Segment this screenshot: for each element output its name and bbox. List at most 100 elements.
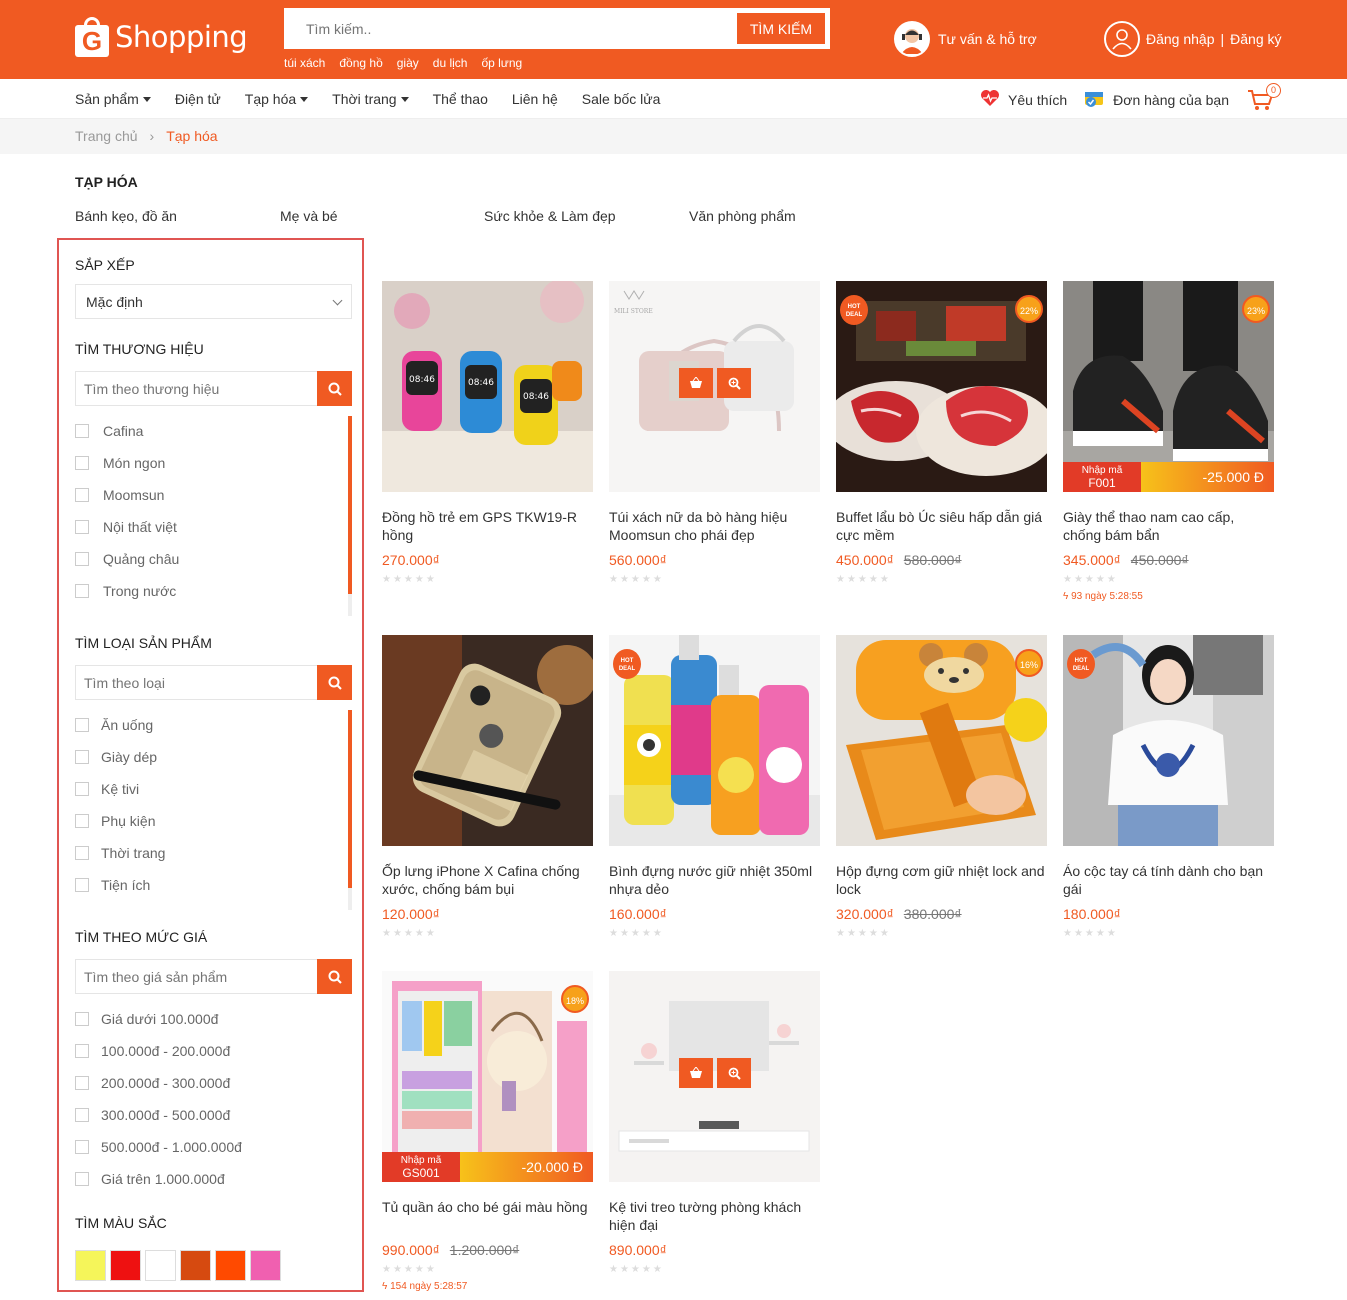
nav-item[interactable]: Sale bốc lửa bbox=[582, 91, 661, 107]
product-name[interactable]: Hộp đựng cơm giữ nhiệt lock and lock bbox=[836, 862, 1048, 898]
hot-keyword-link[interactable]: giày bbox=[397, 56, 419, 70]
checkbox[interactable] bbox=[75, 846, 89, 860]
type-scrollbar[interactable] bbox=[348, 710, 352, 910]
product-card[interactable]: HOT DEAL Áo cộc tay cá tính dành cho bạn … bbox=[1063, 635, 1275, 939]
brand-search-button[interactable] bbox=[317, 371, 352, 406]
brand-filter-option[interactable]: Nội thất việt bbox=[75, 511, 350, 543]
checkbox[interactable] bbox=[75, 1140, 89, 1154]
checkbox[interactable] bbox=[75, 718, 89, 732]
checkbox[interactable] bbox=[75, 1076, 89, 1090]
product-name[interactable]: Túi xách nữ da bò hàng hiệu Moomsun cho … bbox=[609, 508, 821, 544]
price-search-input[interactable] bbox=[76, 960, 317, 993]
search-button[interactable]: TÌM KIẾM bbox=[736, 12, 826, 45]
product-name[interactable]: Bình đựng nước giữ nhiệt 350ml nhựa dẻo bbox=[609, 862, 821, 898]
subcategory-link[interactable]: Mẹ và bé bbox=[280, 208, 338, 224]
breadcrumb-home[interactable]: Trang chủ bbox=[75, 128, 138, 144]
brand-filter-option[interactable]: Moomsun bbox=[75, 479, 350, 511]
price-filter-option[interactable]: 200.000đ - 300.000đ bbox=[75, 1067, 350, 1099]
product-card[interactable]: HOT DEAL Bình đựng nước giữ nhiệt 350ml n… bbox=[609, 635, 821, 939]
nav-item[interactable]: Điện tử bbox=[175, 91, 221, 107]
search-input[interactable] bbox=[286, 10, 734, 47]
register-link[interactable]: Đăng ký bbox=[1230, 31, 1281, 47]
checkbox[interactable] bbox=[75, 1172, 89, 1186]
product-image[interactable]: 18% Nhập mã GS001 -20.000 Đ bbox=[382, 971, 593, 1182]
checkbox[interactable] bbox=[75, 814, 89, 828]
type-filter-option[interactable]: Giày dép bbox=[75, 741, 350, 773]
price-search-button[interactable] bbox=[317, 959, 352, 994]
support-link[interactable]: Tư vấn & hỗ trợ bbox=[894, 21, 1037, 57]
type-filter-option[interactable]: Ăn uống bbox=[75, 709, 350, 741]
checkbox[interactable] bbox=[75, 1012, 89, 1026]
product-name[interactable]: Tủ quần áo cho bé gái màu hồng bbox=[382, 1198, 594, 1234]
type-filter-option[interactable]: Tiện ích bbox=[75, 869, 350, 901]
price-filter-option[interactable]: Giá dưới 100.000đ bbox=[75, 1003, 350, 1035]
product-card[interactable]: HOT DEAL 22% Buffet lẩu bò Úc siêu hấp dẫn… bbox=[836, 281, 1048, 585]
color-swatch[interactable] bbox=[145, 1250, 176, 1281]
type-search-input[interactable] bbox=[76, 666, 317, 699]
product-card[interactable]: 18% Nhập mã GS001 -20.000 Đ Tủ quần áo cho b… bbox=[382, 971, 594, 1292]
wishlist-link[interactable]: Yêu thích bbox=[1008, 92, 1067, 108]
brand-scrollbar[interactable] bbox=[348, 416, 352, 616]
product-name[interactable]: Kệ tivi treo tường phòng khách hiện đại bbox=[609, 1198, 821, 1234]
checkbox[interactable] bbox=[75, 520, 89, 534]
product-image[interactable]: 23% Nhập mã F001 -25.000 Đ bbox=[1063, 281, 1274, 492]
type-filter-option[interactable]: Phụ kiện bbox=[75, 805, 350, 837]
nav-item[interactable]: Sản phẩm bbox=[75, 91, 151, 107]
brand-filter-option[interactable]: Trong nước bbox=[75, 575, 350, 607]
hot-keyword-link[interactable]: đồng hồ bbox=[339, 56, 382, 70]
type-filter-option[interactable]: Kệ tivi bbox=[75, 773, 350, 805]
color-swatch[interactable] bbox=[215, 1250, 246, 1281]
nav-item[interactable]: Liên hệ bbox=[512, 91, 558, 107]
color-swatch[interactable] bbox=[110, 1250, 141, 1281]
brand-filter-option[interactable]: Cafina bbox=[75, 415, 350, 447]
sort-select[interactable]: Mặc định bbox=[75, 284, 352, 319]
checkbox[interactable] bbox=[75, 878, 89, 892]
product-card[interactable]: Kệ tivi treo tường phòng khách hiện đại 8… bbox=[609, 971, 821, 1275]
nav-item[interactable]: Thể thao bbox=[433, 91, 488, 107]
product-name[interactable]: Áo cộc tay cá tính dành cho bạn gái bbox=[1063, 862, 1275, 898]
product-image[interactable]: 16% bbox=[836, 635, 1047, 846]
checkbox[interactable] bbox=[75, 552, 89, 566]
type-filter-option[interactable]: Thời trang bbox=[75, 837, 350, 869]
nav-item[interactable]: Tạp hóa bbox=[245, 91, 309, 107]
product-image[interactable]: HOT DEAL 22% bbox=[836, 281, 1047, 492]
product-image[interactable]: MILI STORE bbox=[609, 281, 820, 492]
product-card[interactable]: 23% Nhập mã F001 -25.000 Đ Giày thể thao nam… bbox=[1063, 281, 1275, 602]
product-name[interactable]: Đồng hồ trẻ em GPS TKW19-R hồng bbox=[382, 508, 594, 544]
brand-filter-option[interactable]: Món ngon bbox=[75, 447, 350, 479]
price-filter-option[interactable]: 500.000đ - 1.000.000đ bbox=[75, 1131, 350, 1163]
color-swatch[interactable] bbox=[250, 1250, 281, 1281]
color-swatch[interactable] bbox=[75, 1250, 106, 1281]
subcategory-link[interactable]: Bánh kẹo, đồ ăn bbox=[75, 208, 177, 224]
checkbox[interactable] bbox=[75, 456, 89, 470]
product-image[interactable] bbox=[382, 635, 593, 846]
price-filter-option[interactable]: 100.000đ - 200.000đ bbox=[75, 1035, 350, 1067]
login-link[interactable]: Đăng nhập bbox=[1146, 31, 1215, 47]
product-card[interactable]: MILI STORE Túi xách nữ da bò hàng hiệu M… bbox=[609, 281, 821, 585]
brand-search-input[interactable] bbox=[76, 372, 317, 405]
cart-button[interactable]: 0 bbox=[1247, 82, 1281, 111]
quick-buy-button[interactable] bbox=[679, 368, 713, 398]
product-image[interactable] bbox=[609, 971, 820, 1182]
product-card[interactable]: 16% Hộp đựng cơm giữ nhiệt lock and lock 3… bbox=[836, 635, 1048, 939]
subcategory-link[interactable]: Văn phòng phẩm bbox=[689, 208, 796, 224]
product-image[interactable]: 08:46 08:46 08:46 bbox=[382, 281, 593, 492]
product-name[interactable]: Giày thể thao nam cao cấp, chống bám bẩn bbox=[1063, 508, 1275, 544]
product-name[interactable]: Ốp lưng iPhone X Cafina chống xước, chốn… bbox=[382, 862, 594, 898]
checkbox[interactable] bbox=[75, 782, 89, 796]
type-search-button[interactable] bbox=[317, 665, 352, 700]
product-name[interactable]: Buffet lẩu bò Úc siêu hấp dẫn giá cực mề… bbox=[836, 508, 1048, 544]
checkbox[interactable] bbox=[75, 424, 89, 438]
hot-keyword-link[interactable]: du lịch bbox=[433, 56, 468, 70]
checkbox[interactable] bbox=[75, 1044, 89, 1058]
product-image[interactable]: HOT DEAL bbox=[609, 635, 820, 846]
nav-item[interactable]: Thời trang bbox=[332, 91, 409, 107]
checkbox[interactable] bbox=[75, 584, 89, 598]
hot-keyword-link[interactable]: ốp lưng bbox=[481, 56, 522, 70]
orders-link[interactable]: Đơn hàng của bạn bbox=[1113, 92, 1229, 108]
subcategory-link[interactable]: Sức khỏe & Làm đẹp bbox=[484, 208, 616, 224]
brand-filter-option[interactable]: Quảng châu bbox=[75, 543, 350, 575]
hot-keyword-link[interactable]: túi xách bbox=[284, 56, 325, 70]
product-image[interactable]: HOT DEAL bbox=[1063, 635, 1274, 846]
checkbox[interactable] bbox=[75, 750, 89, 764]
